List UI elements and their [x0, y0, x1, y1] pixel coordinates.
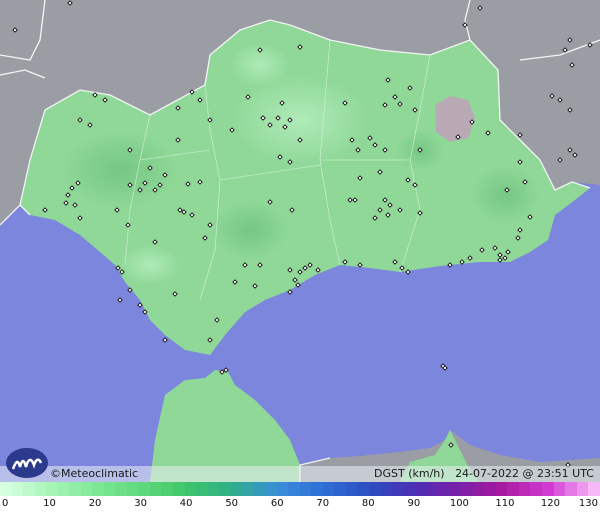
scale-swatch [495, 482, 508, 496]
scale-swatch [80, 482, 93, 496]
scale-tick-label: 110 [495, 498, 515, 509]
scale-tick-label: 120 [540, 498, 560, 509]
scale-swatch [23, 482, 35, 496]
color-scale-bar [0, 482, 600, 496]
scale-swatch [184, 482, 197, 496]
scale-swatch [426, 482, 439, 496]
meteoclimatic-logo-icon [6, 448, 48, 478]
color-scale-labels: 0 10 20 30 40 50 60 70 80 90 100 110 120 130 [0, 498, 600, 514]
map-canvas [0, 0, 600, 482]
scale-swatch [484, 482, 496, 496]
scale-tick-label: 100 [449, 498, 469, 509]
scale-swatch [322, 482, 335, 496]
scale-swatch [415, 482, 427, 496]
wind-gust-map [0, 0, 600, 482]
scale-swatch [588, 482, 600, 496]
scale-swatch [172, 482, 185, 496]
scale-swatch [449, 482, 462, 496]
scale-swatch [92, 482, 104, 496]
scale-swatch [230, 482, 243, 496]
scale-swatch [311, 482, 323, 496]
scale-tick-label: 30 [134, 498, 147, 509]
scale-swatch [219, 482, 231, 496]
scale-swatch [530, 482, 542, 496]
scale-swatch [57, 482, 70, 496]
color-scale-legend: 0 10 20 30 40 50 60 70 80 90 100 110 120 130 [0, 482, 600, 517]
scale-swatch [265, 482, 277, 496]
scale-swatch [369, 482, 381, 496]
scale-tick-label: 90 [407, 498, 421, 509]
scale-swatch [288, 482, 300, 496]
timestamp-label: 24-07-2022 @ 23:51 UTC [455, 467, 594, 480]
scale-swatch [507, 482, 519, 496]
scale-swatch [149, 482, 162, 496]
shade-patch [230, 75, 370, 165]
scale-swatch [69, 482, 81, 496]
scale-swatch [115, 482, 127, 496]
scale-swatch [461, 482, 473, 496]
scale-swatch [138, 482, 150, 496]
scale-tick-label: 10 [43, 498, 56, 509]
scale-swatch [11, 482, 24, 496]
scale-swatch [357, 482, 369, 496]
scale-swatch [345, 482, 358, 496]
scale-swatch [518, 482, 531, 496]
scale-swatch [253, 482, 266, 496]
shade-patch [60, 130, 180, 210]
scale-swatch [299, 482, 312, 496]
scale-swatch [541, 482, 554, 496]
scale-swatch [207, 482, 220, 496]
highland-patch [435, 96, 475, 142]
scale-tick-label: 70 [316, 498, 330, 509]
scale-swatch [0, 482, 12, 496]
scale-tick-label: 80 [361, 498, 375, 509]
scale-tick-label: 130 [578, 498, 598, 509]
scale-swatch [576, 482, 589, 496]
scale-swatch [161, 482, 173, 496]
scale-swatch [46, 482, 58, 496]
scale-swatch [472, 482, 485, 496]
scale-swatch [403, 482, 416, 496]
scale-swatch [242, 482, 254, 496]
scale-swatch [553, 482, 566, 496]
scale-swatch [392, 482, 404, 496]
scale-swatch [380, 482, 393, 496]
shade-patch [120, 245, 180, 285]
variable-timestamp: DGST (km/h) 24-07-2022 @ 23:51 UTC [374, 466, 594, 482]
scale-swatch [334, 482, 346, 496]
scale-tick-label: 50 [225, 498, 239, 509]
scale-swatch [34, 482, 47, 496]
scale-tick-label: 60 [270, 498, 284, 509]
scale-swatch [565, 482, 577, 496]
brand-label: ©Meteoclimatic [50, 467, 139, 480]
scale-tick-label: 40 [179, 498, 193, 509]
shade-patch [210, 200, 290, 260]
scale-swatch [103, 482, 116, 496]
scale-tick-label: 0 [2, 498, 9, 509]
scale-swatch [276, 482, 289, 496]
scale-tick-label: 20 [88, 498, 102, 509]
scale-swatch [438, 482, 450, 496]
variable-label: DGST (km/h) [374, 467, 445, 480]
scale-swatch [196, 482, 208, 496]
scale-swatch [126, 482, 139, 496]
